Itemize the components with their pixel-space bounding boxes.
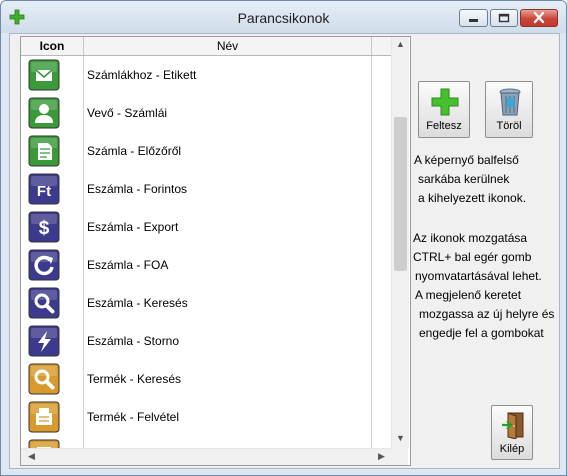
title-bar[interactable]: Parancsikonok (1, 1, 566, 33)
row-icon-cell[interactable] (21, 56, 84, 94)
column-divider (371, 132, 372, 170)
list-icon (28, 439, 60, 448)
trash-bin-icon (499, 88, 521, 116)
close-button[interactable] (520, 9, 558, 27)
row-icon-cell[interactable] (21, 398, 84, 436)
table-row[interactable]: Számla - Előzőről (21, 132, 391, 171)
column-divider (371, 436, 372, 448)
document-icon (28, 135, 60, 167)
table-row[interactable]: Termék - Keresés (21, 360, 391, 399)
row-label (84, 436, 87, 448)
info-line: nyomvatartásával lehet. (415, 269, 542, 283)
table-row[interactable]: Eszámla - Keresés (21, 284, 391, 323)
grid-header: Icon Név (21, 37, 391, 56)
vertical-scroll-thumb[interactable] (394, 117, 407, 271)
info-line: A megjelenő keretet (415, 288, 522, 302)
close-icon (533, 11, 545, 24)
exit-button[interactable]: Kilép (491, 405, 533, 460)
info-line: a kihelyezett ikonok. (418, 191, 527, 205)
row-label: Számlákhoz - Etikett (87, 68, 197, 82)
column-divider (371, 170, 372, 208)
row-label: Eszámla - Storno (87, 334, 180, 348)
table-row[interactable]: Termék - Felvétel (21, 398, 391, 437)
add-button-label: Feltesz (426, 120, 462, 132)
row-icon-cell[interactable]: Ft (21, 170, 84, 208)
row-icon-cell[interactable] (21, 94, 84, 132)
row-label: Termék - Keresés (87, 372, 182, 386)
shortcut-grid: Icon Név Számlákhoz - Etikett Vevő - Szám… (20, 36, 411, 466)
column-divider (371, 398, 372, 436)
column-divider (371, 284, 372, 322)
column-divider (371, 208, 372, 246)
info-line: sarkába kerülnek (418, 172, 510, 186)
table-row[interactable]: Eszámla - FOA (21, 246, 391, 285)
horizontal-scrollbar[interactable]: ◀ ▶ (21, 448, 391, 465)
column-divider (371, 56, 372, 94)
row-icon-cell[interactable] (21, 436, 84, 448)
column-header-icon[interactable]: Icon (21, 37, 84, 55)
column-header-name[interactable]: Név (84, 37, 372, 55)
row-icon-cell[interactable] (21, 284, 84, 322)
row-label: Számla - Előzőről (87, 144, 182, 158)
row-icon-cell[interactable] (21, 246, 84, 284)
table-row[interactable]: Eszámla - Storno (21, 322, 391, 361)
column-divider (371, 94, 372, 132)
row-label: Eszámla - Export (87, 220, 179, 234)
column-divider (371, 322, 372, 360)
svg-text:$: $ (39, 218, 50, 239)
scroll-up-icon[interactable]: ▲ (392, 39, 409, 49)
exit-button-label: Kilép (499, 443, 525, 455)
scroll-right-icon[interactable]: ▶ (373, 451, 390, 462)
table-row[interactable]: $ Eszámla - Export (21, 208, 391, 247)
table-row[interactable]: Számlákhoz - Etikett (21, 56, 391, 95)
table-row[interactable]: Vevő - Számlái (21, 94, 391, 133)
maximize-button[interactable] (490, 9, 518, 27)
green-plus-icon (431, 88, 459, 116)
row-label: Termék - Felvétel (87, 410, 180, 424)
scroll-left-icon[interactable]: ◀ (23, 451, 40, 462)
grid-rows: Számlákhoz - Etikett Vevő - Számlái Számla… (21, 56, 391, 448)
minimize-button[interactable] (459, 9, 488, 27)
dollar-icon: $ (28, 211, 60, 243)
lightning-icon (28, 325, 60, 357)
envelope-icon (28, 59, 60, 91)
info-line: Az ikonok mozgatása (413, 231, 528, 245)
table-row[interactable] (21, 436, 391, 448)
refresh-icon (28, 249, 60, 281)
magnifier-icon (28, 363, 60, 395)
row-icon-cell[interactable]: $ (21, 208, 84, 246)
info-line: mozgassa az új helyre és (419, 307, 555, 321)
info-line: A képernyő balfelső (414, 153, 519, 167)
column-divider (371, 246, 372, 284)
row-label: Eszámla - Keresés (87, 296, 188, 310)
row-icon-cell[interactable] (21, 322, 84, 360)
table-row[interactable]: Ft Eszámla - Forintos (21, 170, 391, 209)
client-area: Icon Név Számlákhoz - Etikett Vevő - Szám… (9, 33, 560, 469)
person-icon (28, 97, 60, 129)
column-divider (371, 360, 372, 398)
register-icon (28, 401, 60, 433)
scroll-corner (391, 448, 408, 465)
ft-icon: Ft (28, 173, 60, 205)
magnifier-icon (28, 287, 60, 319)
row-label: Vevő - Számlái (87, 106, 168, 120)
exit-door-icon (502, 412, 524, 439)
row-icon-cell[interactable] (21, 132, 84, 170)
info-text-moving: Az ikonok mozgatása CTRL+ bal egér gomb … (413, 229, 554, 343)
delete-button-label: Töröl (496, 120, 522, 132)
add-button[interactable]: Feltesz (418, 81, 470, 138)
scroll-down-icon[interactable]: ▼ (392, 433, 409, 443)
minimize-icon (469, 19, 478, 22)
info-line: engedje fel a gombokat (419, 326, 544, 340)
maximize-icon (498, 13, 510, 23)
delete-button[interactable]: Töröl (485, 81, 533, 138)
window: Parancsikonok Icon Név Számlákhoz - Etik… (0, 0, 567, 476)
vertical-scrollbar[interactable]: ▲ ▼ (391, 37, 409, 448)
svg-text:Ft: Ft (37, 183, 51, 200)
row-icon-cell[interactable] (21, 360, 84, 398)
info-text-placement: A képernyő balfelső sarkába kerülnek a k… (414, 151, 526, 208)
row-label: Eszámla - Forintos (87, 182, 188, 196)
row-label: Eszámla - FOA (87, 258, 169, 272)
info-line: CTRL+ bal egér gomb (413, 250, 532, 264)
